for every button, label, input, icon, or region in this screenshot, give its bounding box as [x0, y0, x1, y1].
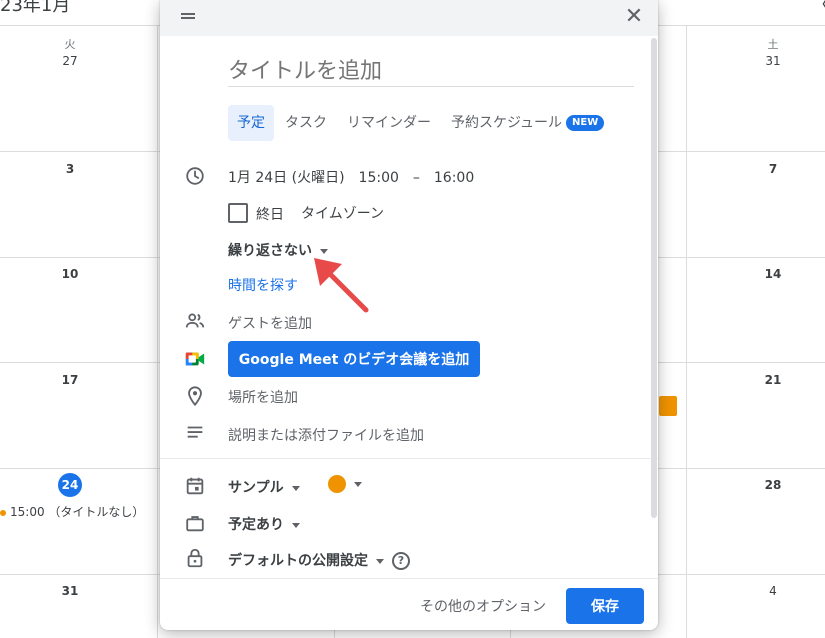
annotation-arrow-icon [314, 258, 369, 313]
